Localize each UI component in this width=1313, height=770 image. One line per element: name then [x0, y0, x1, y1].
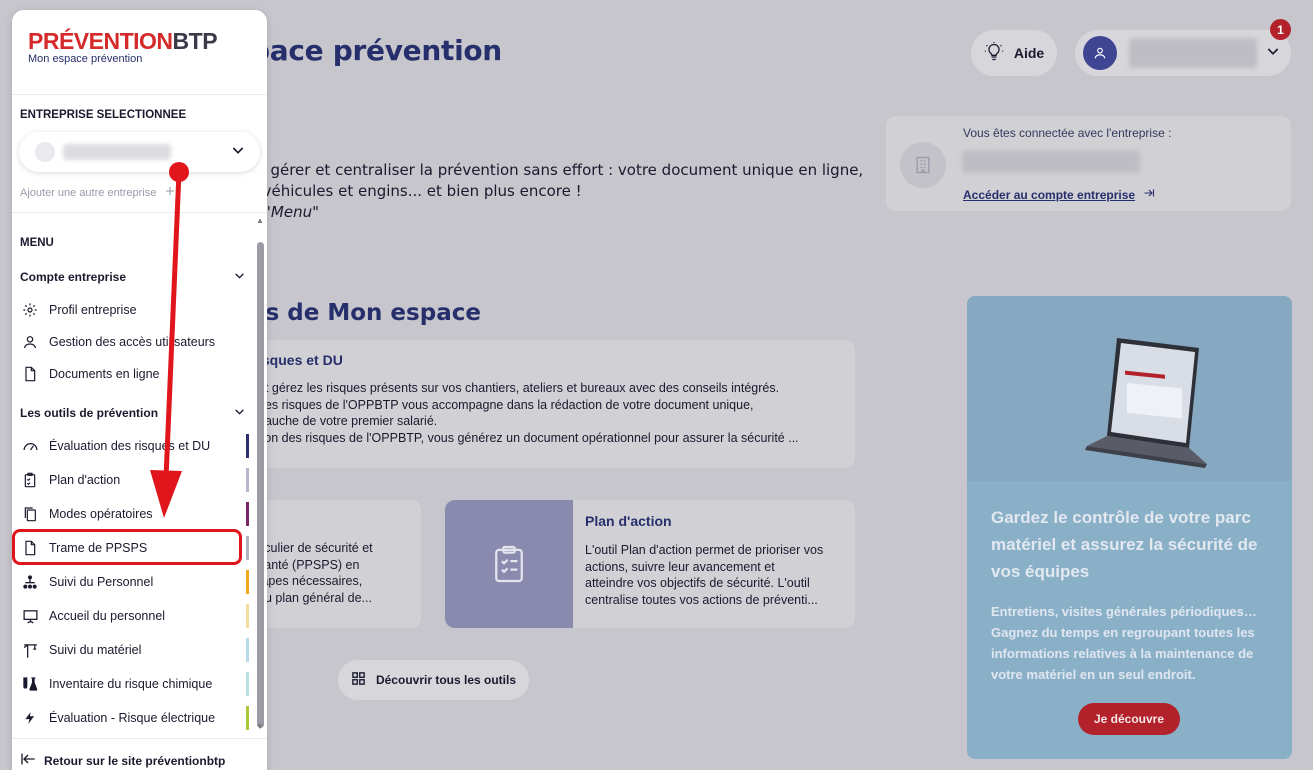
annotation-arrow [150, 162, 189, 518]
